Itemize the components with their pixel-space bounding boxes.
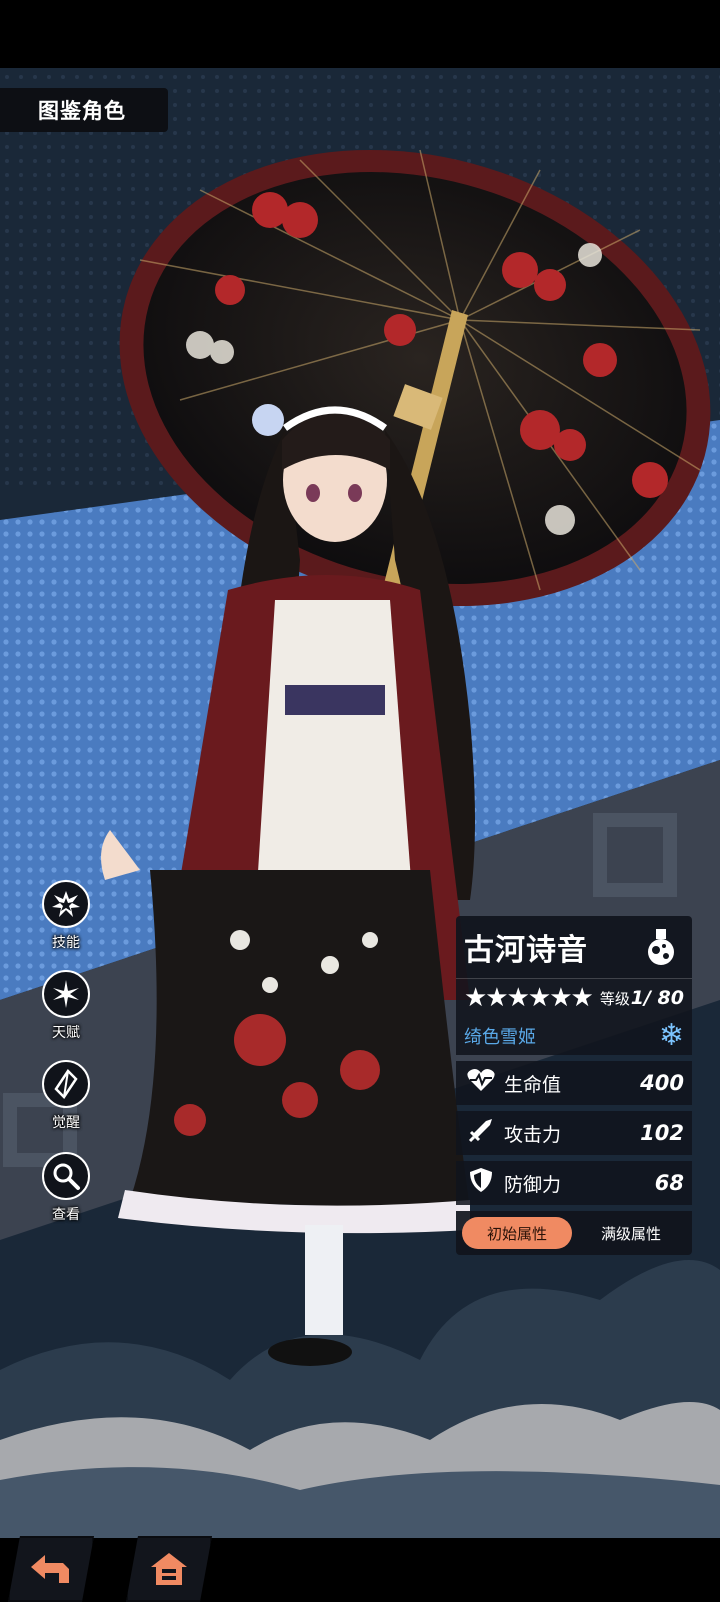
home-button[interactable] [126, 1536, 212, 1602]
heart-pulse-icon [464, 1067, 498, 1099]
skills-label: 技能 [52, 935, 80, 951]
snowflake-icon: ❄ [658, 1018, 684, 1053]
sword-icon [464, 1117, 498, 1149]
stat-row-attack: 攻击力 102 [456, 1111, 692, 1155]
bottom-nav-bar [0, 1534, 720, 1602]
home-icon [151, 1553, 187, 1585]
stat-label: 攻击力 [504, 1123, 562, 1146]
character-name-row: 古河诗音 [456, 916, 692, 978]
stat-value: 102 [640, 1121, 684, 1145]
stat-row-defense: 防御力 68 [456, 1161, 692, 1205]
tab-max-level-attributes[interactable]: 满级属性 [576, 1217, 686, 1249]
talent-label: 天赋 [52, 1025, 80, 1041]
character-title-row: 绮色雪姬 ❄ [456, 1017, 692, 1055]
status-bar-area [0, 0, 720, 68]
page-title: 图鉴角色 [0, 88, 168, 132]
level-value: 1/ 80 [630, 987, 684, 1009]
crystal-icon [42, 1060, 90, 1108]
character-name: 古河诗音 [464, 933, 588, 968]
character-title: 绮色雪姬 [464, 1027, 536, 1048]
skills-button[interactable]: 技能 [38, 880, 94, 952]
tab-initial-attributes[interactable]: 初始属性 [462, 1217, 572, 1249]
magnifier-icon [42, 1152, 90, 1200]
talent-button[interactable]: 天赋 [38, 970, 94, 1042]
stat-row-hp: 生命值 400 [456, 1061, 692, 1105]
star-burst-icon [42, 970, 90, 1018]
stat-value: 400 [640, 1071, 684, 1095]
explosion-icon [42, 880, 90, 928]
background-illustration [0, 68, 720, 1538]
attribute-tabs: 初始属性 满级属性 [456, 1211, 692, 1255]
back-button[interactable] [8, 1536, 94, 1602]
back-arrow-icon [31, 1555, 69, 1583]
character-info-panel: 古河诗音 ★★★★★★ 等级 1/ 80 绮色雪姬 ❄ 生命值 400 攻击力 … [456, 916, 692, 1255]
rarity-level-row: ★★★★★★ 等级 1/ 80 [456, 978, 692, 1017]
stat-label: 生命值 [504, 1073, 562, 1096]
view-button[interactable]: 查看 [38, 1152, 94, 1224]
view-label: 查看 [52, 1207, 80, 1223]
rarity-stars: ★★★★★★ [464, 983, 594, 1013]
stat-label: 防御力 [504, 1173, 562, 1196]
level-label: 等级 [599, 989, 630, 1008]
potion-flask-icon [648, 929, 674, 965]
shield-icon [464, 1167, 498, 1199]
awaken-label: 觉醒 [52, 1115, 80, 1131]
stat-value: 68 [654, 1171, 684, 1195]
awaken-button[interactable]: 觉醒 [38, 1060, 94, 1132]
